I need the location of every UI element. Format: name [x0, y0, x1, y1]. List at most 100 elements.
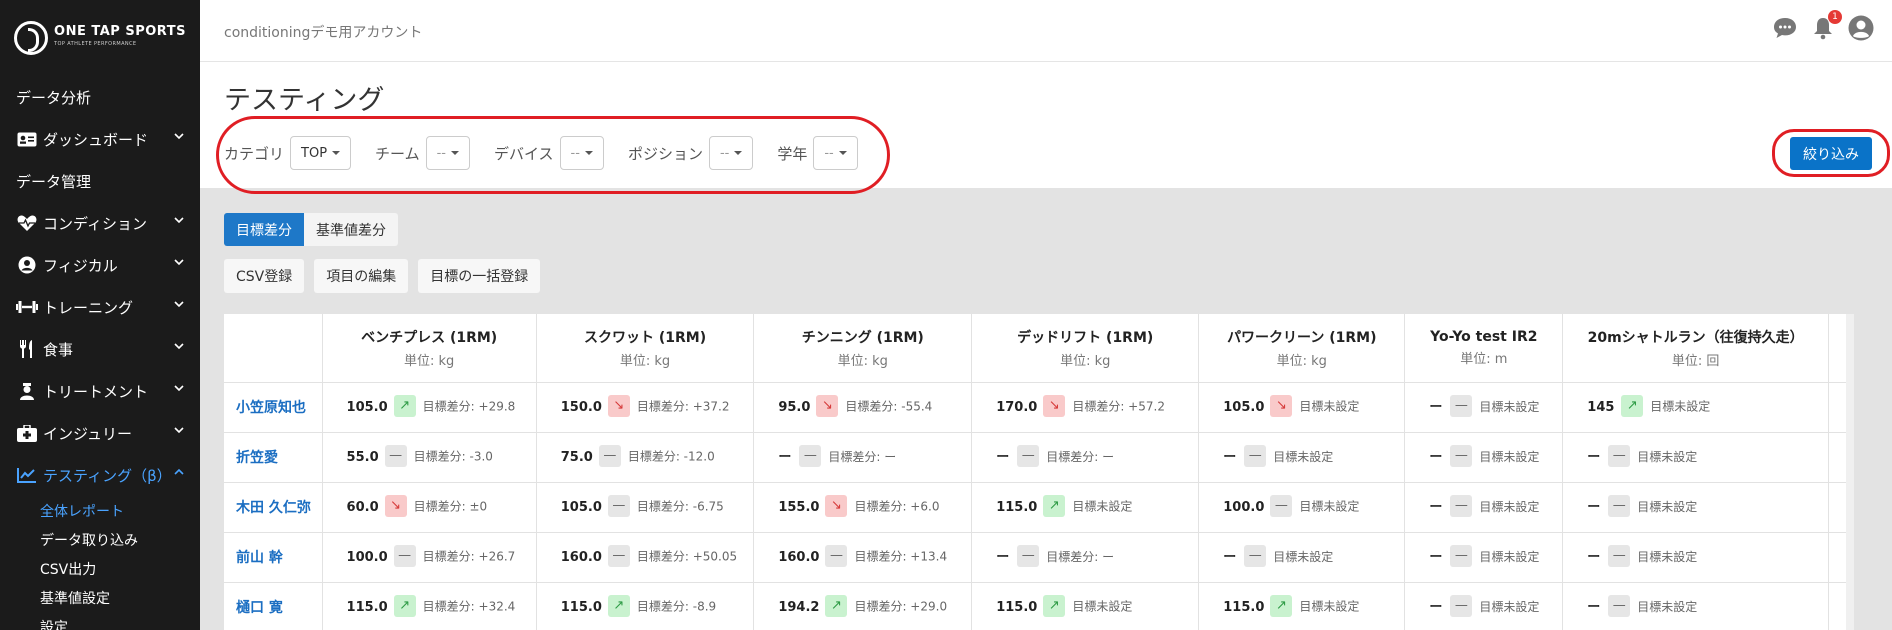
table-row: 木田 久仁弥 60.0 ↘ 目標差分: ±0 105.0 — 目標差分: -6.75 155.…: [224, 482, 1854, 533]
sidebar-item-data-analysis[interactable]: データ分析: [0, 76, 200, 118]
cell-diff: 目標未設定: [1650, 399, 1711, 414]
cell-value: 115.0: [346, 599, 388, 615]
sidebar-item-dashboard[interactable]: ダッシュボード: [0, 118, 200, 160]
csv-register-button[interactable]: CSV登録: [224, 259, 305, 293]
chevron-down-icon: [174, 133, 184, 140]
trend-down-icon: ↘: [1043, 395, 1066, 417]
table-cell: ー — 目標未設定: [1562, 532, 1829, 583]
column-header: デッドリフト (1RM) 単位: kg: [971, 314, 1200, 383]
table-cell: 150.0 ↘ 目標差分: +37.2: [536, 382, 755, 433]
cell-value: 60.0: [346, 499, 379, 515]
sidebar-subitem-settings[interactable]: 設定: [40, 612, 200, 630]
chevron-down-icon: [174, 343, 184, 350]
cell-value: ー: [996, 549, 1010, 565]
trend-flat-icon: —: [393, 545, 416, 567]
table-cell: 100.0 — 目標差分: +26.7: [322, 532, 537, 583]
table-cell: 155.0 ↘ 目標差分: +6.0: [753, 482, 973, 533]
brand-logo[interactable]: ONE TAP SPORTS TOP ATHLETE PERFORMANCE: [0, 0, 200, 76]
diff-mode-toggle: 目標差分 基準値差分: [224, 213, 398, 246]
table-body: 小笠原知也 105.0 ↗ 目標差分: +29.8 150.0 ↘ 目標差分: +37.2 9…: [224, 382, 1854, 630]
cell-value: 105.0: [560, 499, 602, 515]
trend-flat-icon: —: [1244, 545, 1267, 568]
toggle-target-diff[interactable]: 目標差分: [224, 213, 304, 246]
cell-value: ー: [1429, 549, 1443, 565]
cell-value: ー: [1587, 449, 1601, 465]
utensils-icon: [16, 340, 38, 358]
testing-table-container: ベンチプレス (1RM) 単位: kg スクワット (1RM) 単位: kg チンニ…: [224, 314, 1854, 630]
table-cell: 115.0 ↗ 目標差分: +32.4: [322, 582, 537, 630]
athlete-name-link[interactable]: 前山 幹: [224, 532, 323, 583]
edit-items-button[interactable]: 項目の編集: [314, 259, 409, 293]
cell-value: 100.0: [1223, 499, 1265, 515]
cell-value: ー: [1587, 499, 1601, 515]
cell-diff: 目標差分: ±0: [413, 499, 488, 514]
cell-diff: 目標未設定: [1299, 599, 1360, 614]
cell-value: 115.0: [560, 599, 602, 615]
bulk-target-button[interactable]: 目標の一括登録: [418, 259, 541, 293]
cell-diff: 目標差分: -12.0: [627, 449, 715, 464]
cell-value: ー: [778, 449, 792, 465]
cell-diff: 目標未設定: [1479, 599, 1540, 614]
cell-diff: 目標未設定: [1479, 449, 1540, 464]
cell-value: 170.0: [996, 399, 1038, 415]
sidebar-subitem-csv-export[interactable]: CSV出力: [40, 554, 200, 583]
toggle-baseline-diff[interactable]: 基準値差分: [304, 213, 398, 246]
table-cell: ー — 目標未設定: [1404, 482, 1564, 533]
sidebar-subitem-overall-report[interactable]: 全体レポート: [40, 496, 200, 525]
trend-up-icon: ↗: [607, 595, 630, 617]
table-row: 前山 幹 100.0— 目標差分: +26.7 160.0— 目標差分: +50.05 1…: [224, 532, 1854, 583]
horizontal-scrollbar[interactable]: [1846, 314, 1854, 630]
cell-value: 55.0: [346, 449, 379, 465]
trend-down-icon: ↘: [1270, 395, 1293, 417]
sidebar-item-meal[interactable]: 食事: [0, 328, 200, 370]
athlete-name-link[interactable]: 木田 久仁弥: [224, 482, 323, 533]
filter-highlight-annotation: [216, 116, 890, 194]
sidebar-item-treatment[interactable]: トリートメント: [0, 370, 200, 412]
trend-flat-icon: —: [1608, 495, 1631, 518]
chat-icon[interactable]: [1772, 15, 1798, 41]
sidebar-item-data-management[interactable]: データ管理: [0, 160, 200, 202]
trend-up-icon: ↗: [393, 395, 416, 417]
column-header: パワークリーン (1RM) 単位: kg: [1198, 314, 1406, 383]
user-nurse-icon: [16, 382, 38, 400]
cell-diff: 目標差分: -8.9: [636, 599, 717, 614]
sidebar-item-condition[interactable]: コンディション: [0, 202, 200, 244]
cell-diff: 目標差分: +13.4: [854, 549, 948, 564]
cell-diff: 目標差分: -6.75: [636, 499, 724, 514]
brand-tagline: TOP ATHLETE PERFORMANCE: [54, 41, 137, 47]
trend-flat-icon: —: [1450, 395, 1473, 418]
column-header: ベンチプレス (1RM) 単位: kg: [322, 314, 537, 383]
athlete-name-link[interactable]: 小笠原知也: [224, 382, 323, 433]
table-cell: ー — 目標未設定: [1404, 532, 1564, 583]
trend-flat-icon: —: [799, 445, 822, 468]
athlete-name-link[interactable]: 折笠愛: [224, 432, 323, 483]
sidebar-subitem-baseline-settings[interactable]: 基準値設定: [40, 583, 200, 612]
cell-diff: 目標未設定: [1637, 499, 1698, 514]
table-row: 小笠原知也 105.0 ↗ 目標差分: +29.8 150.0 ↘ 目標差分: +37.2 9…: [224, 382, 1854, 433]
sidebar-item-testing[interactable]: テスティング（β）: [0, 454, 200, 496]
user-avatar-icon[interactable]: [1848, 15, 1874, 41]
trend-up-icon: ↗: [825, 595, 848, 617]
sidebar-subitem-data-import[interactable]: データ取り込み: [40, 525, 200, 554]
cell-value: 145: [1587, 399, 1615, 415]
sidebar-item-training[interactable]: トレーニング: [0, 286, 200, 328]
trend-down-icon: ↘: [607, 395, 630, 417]
cell-value: 115.0: [1223, 599, 1265, 615]
table-cell: 55.0 — 目標差分: -3.0: [322, 432, 537, 483]
bell-icon[interactable]: 1: [1810, 10, 1842, 41]
table-cell: 170.0 ↘ 目標差分: +57.2: [971, 382, 1200, 433]
sidebar-item-physical[interactable]: フィジカル: [0, 244, 200, 286]
cell-diff: 目標未設定: [1273, 449, 1334, 464]
cell-value: 100.0: [346, 549, 388, 565]
table-cell: ー — 目標差分: ー: [971, 432, 1200, 483]
cell-diff: 目標未設定: [1479, 399, 1540, 414]
table-cell: 105.0 — 目標差分: -6.75: [536, 482, 755, 533]
sidebar-submenu-testing: 全体レポート データ取り込み CSV出力 基準値設定 設定: [0, 496, 200, 630]
table-cell: ー — 目標未設定: [1404, 432, 1564, 483]
sidebar-item-injury[interactable]: インジュリー: [0, 412, 200, 454]
trend-flat-icon: —: [384, 445, 407, 467]
table-cell: ー — 目標未設定: [1198, 532, 1406, 583]
table-cell: ー — 目標未設定: [1562, 482, 1829, 533]
athlete-name-link[interactable]: 樋口 寛: [224, 582, 323, 630]
column-header: 20mシャトルラン（往復持久走） 単位: 回: [1562, 314, 1829, 383]
